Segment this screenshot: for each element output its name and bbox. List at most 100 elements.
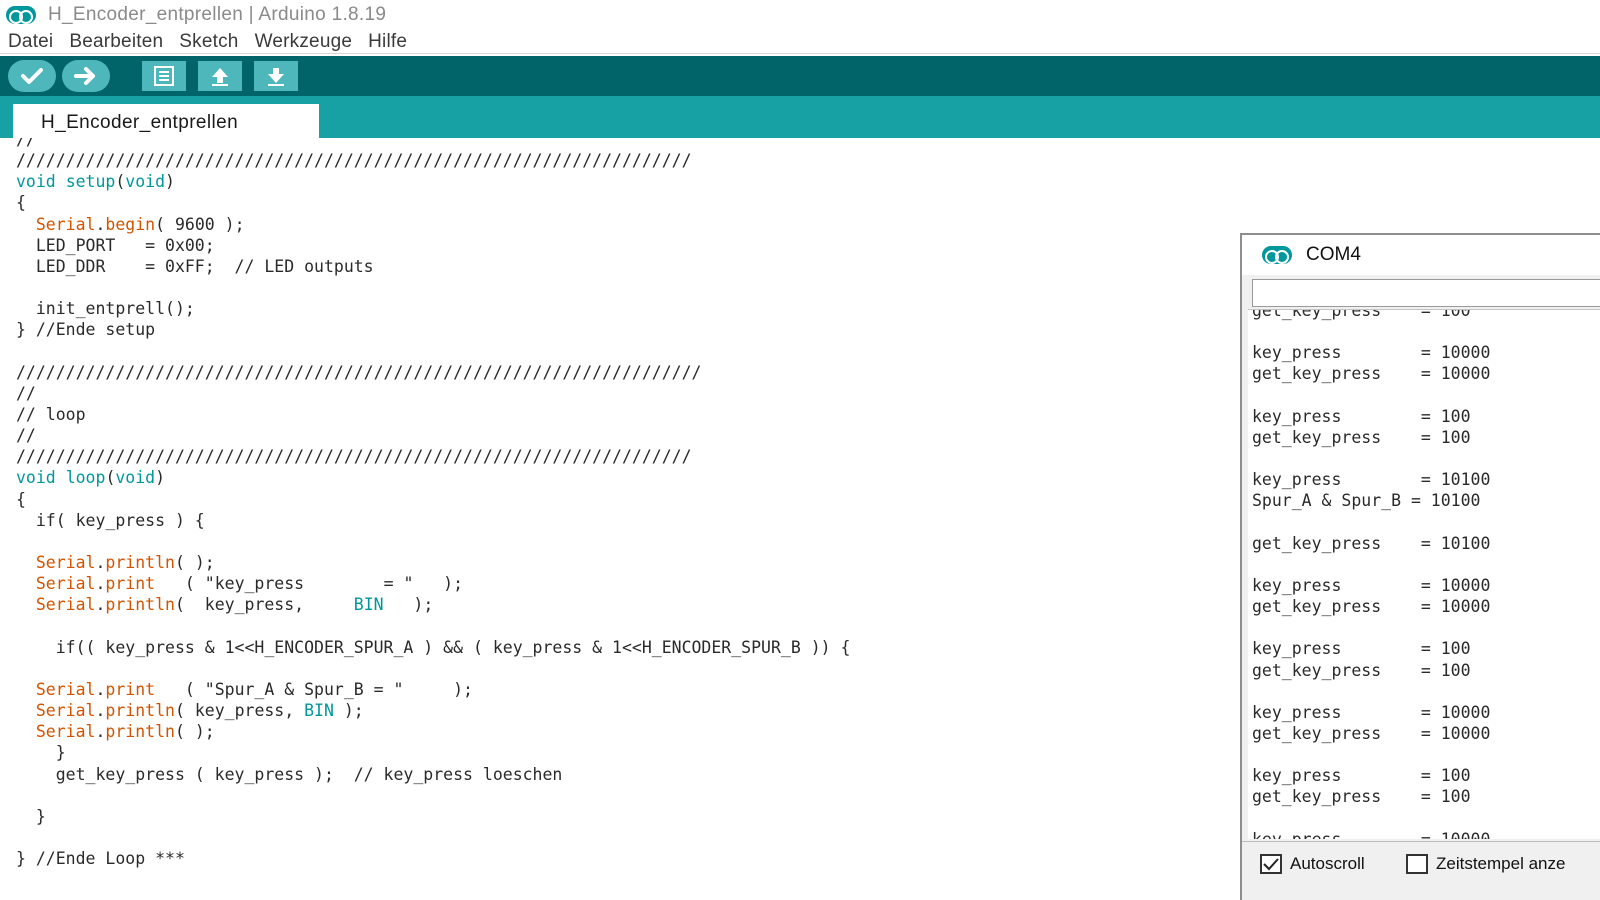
code-line: Serial.begin( 9600 ); [16,215,245,236]
code-token: begin [105,214,156,234]
menu-datei[interactable]: Datei [0,31,61,53]
code-token: print [105,574,156,594]
serial-monitor-window: COM4 get_key_press = 100 key_press = 1000… [1240,233,1600,900]
upload-button[interactable] [62,60,110,92]
code-token: ////////////////////////////////////////… [16,362,702,382]
code-line: LED_PORT = 0x00; [16,236,215,257]
code-token: } //Ende setup [16,320,156,340]
code-token: // [16,383,36,403]
code-token: ) [155,468,166,488]
verify-button[interactable] [8,60,56,92]
code-editor[interactable]: ////////////////////////////////////////… [0,138,1240,900]
title-bar: H_Encoder_entprellen | Arduino 1.8.19 [0,0,1600,30]
code-token: // loop [16,404,86,424]
code-token: Serial [35,595,96,615]
code-line: Serial.println( key_press, BIN ); [16,595,433,616]
serial-output-line: get_key_press = 100 [1252,309,1471,320]
code-token: . [95,595,106,615]
code-token: ////////////////////////////////////////… [16,151,692,171]
menu-sketch[interactable]: Sketch [171,31,246,53]
code-line: } [16,807,46,828]
code-token: void [16,172,56,192]
code-line: ////////////////////////////////////////… [16,363,701,384]
timestamp-option[interactable]: Zeitstempel anze [1406,854,1565,874]
arrow-down-icon [268,68,284,86]
code-token: ( 9600 ); [155,214,245,234]
code-token: Serial [35,722,96,742]
code-token: . [95,701,106,721]
timestamp-checkbox[interactable] [1406,854,1428,874]
code-token: } [16,806,46,826]
code-line: init_entprell(); [16,299,195,320]
code-line: ////////////////////////////////////////… [16,447,692,468]
code-line: // [16,426,36,447]
code-line: } [16,743,66,764]
code-token: ////////////////////////////////////////… [16,447,692,467]
serial-output-line: key_press = 100 [1252,406,1471,426]
code-line: void loop(void) [16,468,165,489]
serial-output-line: get_key_press = 10000 [1252,597,1491,617]
menu-bearbeiten[interactable]: Bearbeiten [61,31,171,53]
code-token: init_entprell(); [16,299,195,319]
code-token: print [105,679,156,699]
serial-output-line: key_press = 10000 [1252,702,1491,722]
autoscroll-checkbox[interactable] [1260,854,1282,874]
code-line: Serial.println( key_press, BIN ); [16,701,364,722]
new-sketch-button[interactable] [142,61,186,91]
code-token: ); [383,595,434,615]
serial-output-line: get_key_press = 10100 [1252,533,1491,553]
code-token: } //Ende Loop *** [16,849,185,869]
code-token: void [16,468,56,488]
code-token: } [16,743,66,763]
check-icon [21,68,43,84]
code-line: Serial.print ( "key_press = " ); [16,574,463,595]
serial-output-line: get_key_press = 10000 [1252,724,1491,743]
serial-send-input[interactable] [1252,279,1600,307]
menu-werkzeuge[interactable]: Werkzeuge [247,31,361,53]
code-token: ( ); [174,553,215,572]
code-token: { [16,489,26,509]
code-token: LED_DDR = 0xFF; // LED outputs [16,256,374,276]
new-file-icon [154,66,174,86]
toolbar [0,56,1600,96]
code-token: ( [105,468,116,488]
menu-hilfe[interactable]: Hilfe [360,31,415,53]
code-token: println [105,701,175,721]
code-token: Serial [35,701,96,721]
code-token: BIN [304,701,334,721]
code-token: LED_PORT = 0x00; [16,235,215,255]
code-token: ( "Spur_A & Spur_B = " ); [155,679,473,699]
arduino-logo-icon [6,6,36,24]
code-line: if( key_press ) { [16,511,205,532]
autoscroll-label: Autoscroll [1290,854,1365,873]
autoscroll-option[interactable]: Autoscroll [1260,854,1365,874]
code-line: Serial.println( ); [16,553,215,574]
code-token: ( key_press, [174,595,354,615]
code-token: println [105,595,175,615]
serial-output-line: key_press = 100 [1252,639,1471,659]
code-token: Serial [35,214,96,234]
code-token: ( "key_press = " ); [155,574,464,594]
serial-output-area[interactable]: get_key_press = 100 key_press = 10000 get_… [1248,309,1600,839]
code-line: { [16,490,26,511]
code-token: void [115,468,156,488]
code-token: get_key_press ( key_press ); // key_pres… [16,764,563,784]
code-token: BIN [353,595,384,615]
code-token: ( [115,172,126,192]
code-token: { [16,193,26,213]
code-line: // loop [16,405,86,426]
save-button[interactable] [254,61,298,91]
tab-h-encoder-entprellen[interactable]: H_Encoder_entprellen [13,104,319,138]
code-token: . [95,574,106,594]
code-line: // [16,138,36,151]
serial-port-title: COM4 [1306,244,1361,265]
code-token: . [95,553,106,572]
open-button[interactable] [198,61,242,91]
code-token: ) [165,172,175,192]
